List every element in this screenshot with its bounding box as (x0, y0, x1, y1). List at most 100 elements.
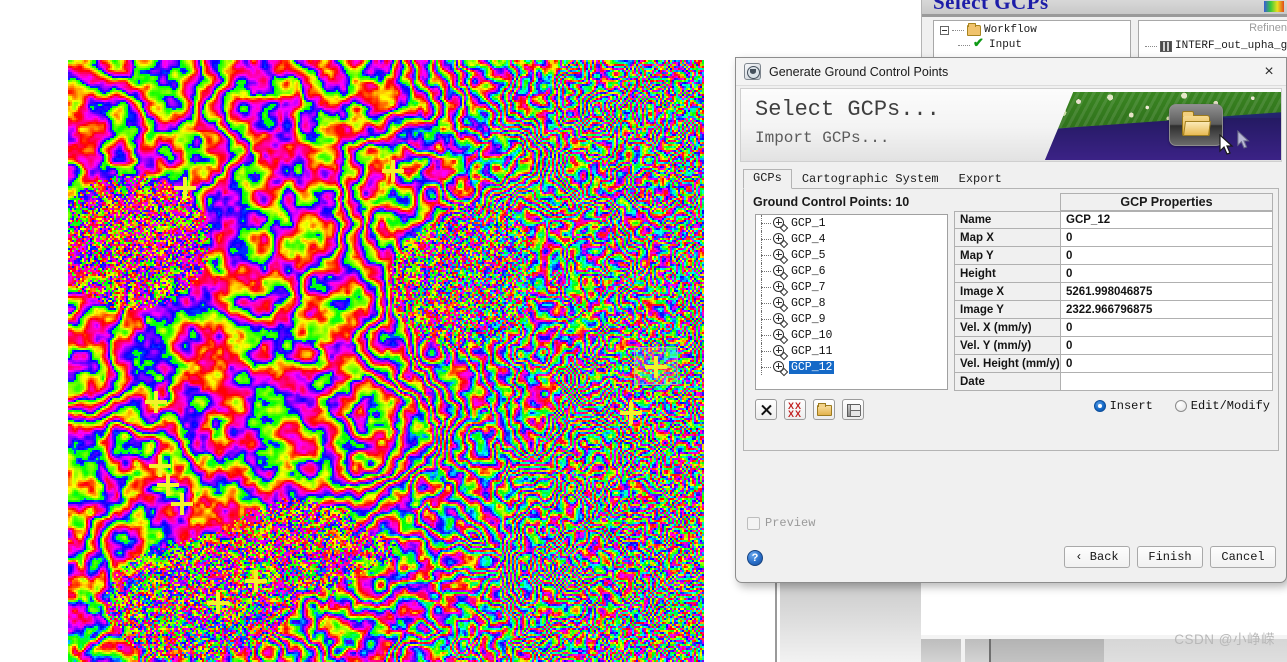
radio-insert[interactable]: Insert (1093, 399, 1153, 413)
gcps-tab-panel: Ground Control Points: 10 GCP_1 GCP_4 GCP_… (743, 189, 1279, 451)
gcp-point-icon (773, 264, 789, 280)
gcp-list-item[interactable]: GCP_5 (756, 247, 947, 264)
gcp-property-value[interactable] (1061, 373, 1272, 390)
refinement-file-row[interactable]: INTERF_out_upha_g (1145, 40, 1287, 52)
gcp-property-key: Vel. Height (mm/y) (955, 355, 1061, 372)
gcp-property-row: Vel. Height (mm/y) 0 (954, 355, 1273, 373)
background-divider (775, 579, 777, 662)
gcp-list-item[interactable]: GCP_9 (756, 311, 947, 328)
gcp-count-label: Ground Control Points: 10 (753, 195, 910, 209)
back-button[interactable]: ‹ Back (1064, 546, 1130, 568)
gcp-property-value[interactable]: 0 (1061, 247, 1272, 264)
gcp-properties-title: GCP Properties (1060, 193, 1273, 211)
gcp-list-item[interactable]: GCP_11 (756, 343, 947, 360)
gcp-mode-radio-group[interactable]: Insert Edit/Modify (1093, 399, 1270, 413)
gcp-property-value[interactable]: 0 (1061, 229, 1272, 246)
gcp-point-icon (773, 360, 789, 376)
tree-connector-icon (761, 335, 771, 336)
gcp-point-icon (773, 312, 789, 328)
finish-button[interactable]: Finish (1137, 546, 1203, 568)
gcp-list-item-label: GCP_11 (791, 344, 833, 358)
gcp-property-value[interactable]: GCP_12 (1061, 212, 1272, 228)
tree-connector-icon (761, 287, 771, 288)
gcp-list-item-label: GCP_1 (791, 216, 826, 230)
gcp-property-row: Map Y0 (954, 247, 1273, 265)
tab-cartographic-system[interactable]: Cartographic System (792, 170, 949, 189)
gcp-property-row: Map X0 (954, 229, 1273, 247)
gcp-property-value[interactable]: 0 (1061, 337, 1272, 354)
gcp-list-item-label: GCP_6 (791, 264, 826, 278)
close-icon[interactable]: × (1258, 62, 1280, 82)
interferogram-raster[interactable] (68, 60, 704, 662)
gcp-list-item-label: GCP_9 (791, 312, 826, 326)
gcp-point-icon (773, 280, 789, 296)
preview-checkbox-row[interactable]: Preview (747, 516, 815, 530)
gcp-property-row: Height 0 (954, 265, 1273, 283)
gcp-list-item-label: GCP_4 (791, 232, 826, 246)
tab-export[interactable]: Export (949, 170, 1012, 189)
delete-all-xx-icon: XX XX (788, 400, 803, 419)
gcp-list-item[interactable]: GCP_6 (756, 263, 947, 280)
gcp-list-item-label: GCP_8 (791, 296, 826, 310)
gcp-property-key: Map Y (955, 247, 1061, 264)
radio-insert-label: Insert (1109, 399, 1153, 413)
gcp-list-item[interactable]: GCP_4 (756, 231, 947, 248)
gcp-property-key: Date (955, 373, 1061, 390)
refinement-file-label: INTERF_out_upha_g (1175, 40, 1287, 52)
generate-gcp-dialog: Generate Ground Control Points × Select … (735, 57, 1287, 583)
gcp-list-item-label: GCP_5 (791, 248, 826, 262)
tree-connector-icon (761, 319, 771, 320)
dialog-tabs[interactable]: GCPs Cartographic System Export (743, 169, 1286, 189)
titlebar-separator (922, 14, 1287, 17)
gcp-property-key: Image X (955, 283, 1061, 300)
preview-checkbox[interactable] (747, 516, 760, 530)
gcp-property-key: Vel. X (mm/y) (955, 319, 1061, 336)
banner-heading: Select GCPs... (755, 97, 940, 122)
collapse-toggle-icon[interactable] (940, 25, 949, 35)
background-shade-panel (780, 579, 921, 662)
gcp-property-value[interactable]: 0 (1061, 355, 1272, 372)
dialog-title: Generate Ground Control Points (769, 64, 949, 79)
gcp-list-item[interactable]: GCP_1 (756, 215, 947, 232)
gcp-property-value[interactable]: 0 (1061, 265, 1272, 282)
tab-gcps[interactable]: GCPs (743, 169, 792, 189)
help-question-icon: ? (751, 552, 759, 564)
gcp-point-icon (773, 344, 789, 360)
tree-connector-icon (952, 29, 964, 31)
banner-open-folder-button[interactable] (1169, 104, 1223, 146)
banner-subheading: Import GCPs... (755, 129, 890, 147)
gcp-property-value[interactable]: 2322.966796875 (1061, 301, 1272, 318)
gcp-property-value[interactable]: 5261.998046875 (1061, 283, 1272, 300)
gcp-list-item[interactable]: GCP_8 (756, 295, 947, 312)
gcp-list-item[interactable]: GCP_7 (756, 279, 947, 296)
workflow-tree-child-input[interactable]: Input (958, 36, 1022, 51)
colorbar-swatch (1264, 1, 1284, 12)
load-gcps-button[interactable] (813, 398, 835, 420)
delete-all-gcps-button[interactable]: XX XX (784, 398, 806, 420)
workflow-tree-panel[interactable]: Workflow Input (933, 20, 1131, 60)
refinement-panel: Refinen INTERF_out_upha_g (1138, 20, 1287, 60)
gcp-list[interactable]: GCP_1 GCP_4 GCP_5 GCP_6 GCP_7 GCP_8 GCP_9 GCP_1… (755, 214, 948, 390)
radio-dot-icon (1174, 400, 1187, 412)
raster-file-icon (1160, 40, 1172, 52)
preview-label: Preview (765, 516, 816, 530)
gcp-list-item[interactable]: GCP_10 (756, 327, 947, 344)
radio-edit-modify[interactable]: Edit/Modify (1174, 399, 1270, 413)
gcp-property-key: Map X (955, 229, 1061, 246)
gcp-list-item[interactable]: GCP_12 (756, 359, 947, 376)
delete-gcp-button[interactable] (755, 398, 777, 420)
gcp-point-icon (773, 232, 789, 248)
cancel-button[interactable]: Cancel (1210, 546, 1276, 568)
tree-connector-icon (761, 239, 771, 240)
interferogram-view[interactable] (68, 60, 704, 662)
save-gcps-button[interactable] (842, 398, 864, 420)
tree-connector-icon (761, 271, 771, 272)
help-button[interactable]: ? (747, 550, 763, 566)
gcp-property-value[interactable]: 0 (1061, 319, 1272, 336)
radio-edit-modify-label: Edit/Modify (1190, 399, 1270, 413)
dialog-button-bar[interactable]: ‹ Back Finish Cancel (1064, 546, 1276, 568)
tree-connector-icon (1145, 45, 1157, 47)
gcp-property-row: Date (954, 373, 1273, 391)
workflow-tree-root[interactable]: Workflow (940, 22, 1037, 36)
watermark: CSDN @小峥嵘 (1174, 632, 1275, 647)
